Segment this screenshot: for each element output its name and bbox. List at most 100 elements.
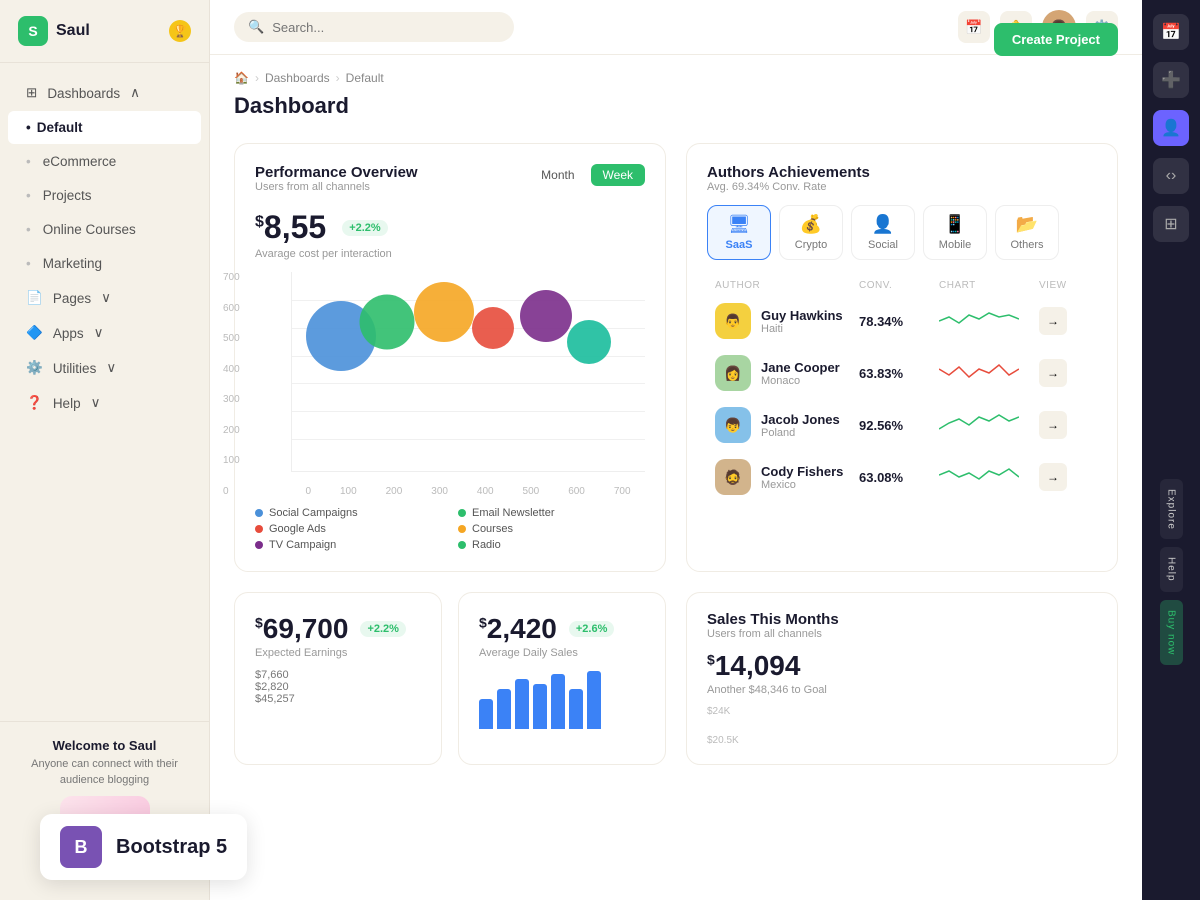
help-button[interactable]: Help (1160, 547, 1183, 592)
currency-symbol: $ (255, 213, 264, 230)
sidebar-item-online-courses[interactable]: • Online Courses (8, 213, 201, 246)
welcome-subtitle: Anyone can connect with their audience b… (16, 757, 193, 788)
bar-1 (479, 699, 493, 729)
welcome-title: Welcome to Saul (16, 738, 193, 753)
sidebar-item-dashboards[interactable]: ⊞ Dashboards ∧ (8, 76, 201, 110)
sidebar-item-utilities[interactable]: ⚙️ Utilities ∨ (8, 351, 201, 385)
sidebar-item-projects[interactable]: • Projects (8, 179, 201, 212)
perf-subtitle: Users from all channels (255, 181, 418, 193)
metric-label: Avarage cost per interaction (255, 248, 645, 260)
right-grid-icon[interactable]: ⊞ (1153, 206, 1189, 242)
cat-tab-mobile[interactable]: 📱 Mobile (923, 205, 987, 260)
cat-tab-social[interactable]: 👤 Social (851, 205, 915, 260)
perf-title: Performance Overview (255, 164, 418, 181)
explore-button[interactable]: Explore (1160, 479, 1183, 540)
earnings-amounts: $7,660 $2,820 $45,257 (255, 669, 421, 705)
chevron-icon: ∨ (106, 360, 116, 376)
legend-tv: TV Campaign (255, 539, 442, 551)
sidebar-item-apps[interactable]: 🔷 Apps ∨ (8, 316, 201, 350)
chart-legend: Social Campaigns Email Newsletter Google… (255, 507, 645, 551)
bubble-radio (567, 320, 611, 364)
sales-card: Sales This Months Users from all channel… (686, 592, 1118, 765)
create-project-button[interactable]: Create Project (994, 23, 1118, 56)
home-icon[interactable]: 🏠 (234, 71, 249, 85)
right-calendar-icon[interactable]: 📅 (1153, 14, 1189, 50)
dot-icon: • (26, 222, 31, 237)
legend-radio: Radio (458, 539, 645, 551)
bootstrap-icon: B (60, 826, 102, 868)
sidebar-item-help[interactable]: ❓ Help ∨ (8, 386, 201, 420)
table-header: AUTHOR CONV. CHART VIEW (707, 276, 1097, 295)
breadcrumb-dashboards[interactable]: Dashboards (265, 71, 330, 85)
view-button-1[interactable]: → (1039, 359, 1067, 387)
search-input[interactable] (272, 20, 500, 35)
right-sidebar: 📅 ➕ 👤 ‹› ⊞ Explore Help Buy now (1142, 0, 1200, 900)
legend-social: Social Campaigns (255, 507, 442, 519)
view-button-0[interactable]: → (1039, 307, 1067, 335)
mini-chart-1 (939, 359, 1019, 387)
logo-badge: 🏆 (169, 20, 191, 42)
dashboards-icon: ⊞ (26, 85, 37, 101)
logo-icon: S (18, 16, 48, 46)
cat-tab-others[interactable]: 📂 Others (995, 205, 1059, 260)
chevron-icon: ∨ (91, 395, 101, 411)
performance-card: Performance Overview Users from all chan… (234, 143, 666, 572)
right-add-icon[interactable]: ➕ (1153, 62, 1189, 98)
author-conv-1: 63.83% (859, 366, 939, 381)
sidebar-item-pages[interactable]: 📄 Pages ∨ (8, 281, 201, 315)
avatar-3: 🧔 (715, 459, 751, 495)
search-icon: 🔍 (248, 19, 264, 35)
period-week-tab[interactable]: Week (591, 164, 645, 186)
sidebar-item-marketing[interactable]: • Marketing (8, 247, 201, 280)
author-conv-2: 92.56% (859, 418, 939, 433)
right-code-icon[interactable]: ‹› (1153, 158, 1189, 194)
table-row: 👨 Guy Hawkins Haiti 78.34% → (707, 295, 1097, 347)
author-info-2: 👦 Jacob Jones Poland (715, 407, 859, 443)
pages-icon: 📄 (26, 290, 43, 306)
author-location-1: Monaco (761, 375, 840, 387)
y-label-20k: $20.5K (707, 735, 1097, 746)
social-icon: 👤 (872, 214, 894, 235)
bar-3 (515, 679, 529, 729)
chevron-icon: ∧ (130, 85, 140, 101)
author-info-3: 🧔 Cody Fishers Mexico (715, 459, 859, 495)
dot-icon: • (26, 188, 31, 203)
help-icon: ❓ (26, 395, 43, 411)
mini-chart-3 (939, 463, 1019, 491)
view-button-3[interactable]: → (1039, 463, 1067, 491)
cat-tab-saas[interactable]: 🖥 SaaS (707, 205, 771, 260)
earnings-badge: +2.2% (360, 621, 406, 637)
sidebar-item-default[interactable]: Default (8, 111, 201, 144)
daily-sales-badge: +2.6% (569, 621, 615, 637)
utilities-icon: ⚙️ (26, 360, 43, 376)
author-location-0: Haiti (761, 323, 843, 335)
earnings-value: $69,700 (255, 613, 348, 645)
right-avatar-icon[interactable]: 👤 (1153, 110, 1189, 146)
dashboard-grid: Performance Overview Users from all chan… (234, 143, 1118, 765)
mobile-icon: 📱 (944, 214, 966, 235)
sales-title: Sales This Months (707, 611, 1097, 628)
sales-goal: Another $48,346 to Goal (707, 684, 1097, 696)
sidebar-item-ecommerce[interactable]: • eCommerce (8, 145, 201, 178)
legend-courses: Courses (458, 523, 645, 535)
legend-email: Email Newsletter (458, 507, 645, 519)
saas-icon: 🖥 (728, 214, 751, 235)
page-title: Dashboard (234, 93, 384, 119)
sales-subtitle: Users from all channels (707, 628, 1097, 640)
authors-subtitle: Avg. 69.34% Conv. Rate (707, 181, 1097, 193)
search-box[interactable]: 🔍 (234, 12, 514, 42)
app-name: Saul (56, 22, 90, 40)
legend-dot-email (458, 509, 466, 517)
cat-tab-crypto[interactable]: 💰 Crypto (779, 205, 843, 260)
legend-dot-google (255, 525, 263, 533)
view-button-2[interactable]: → (1039, 411, 1067, 439)
sales-value: $14,094 (707, 650, 1097, 682)
period-month-tab[interactable]: Month (529, 164, 586, 186)
author-name-2: Jacob Jones (761, 412, 840, 427)
dot-icon: • (26, 256, 31, 271)
breadcrumb-default[interactable]: Default (346, 71, 384, 85)
calendar-icon[interactable]: 📅 (958, 11, 990, 43)
bubble-ads (414, 282, 474, 342)
buy-now-button[interactable]: Buy now (1160, 600, 1183, 665)
daily-sales-value: $2,420 (479, 613, 557, 645)
